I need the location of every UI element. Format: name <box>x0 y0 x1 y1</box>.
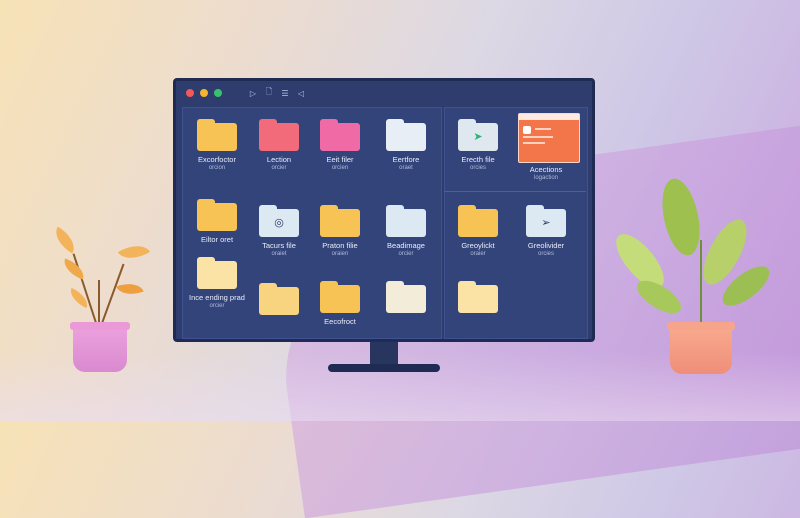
file-subtitle: logaction <box>533 175 559 181</box>
file-item[interactable]: Beadimage orcier <box>371 205 441 258</box>
maximize-button[interactable] <box>214 89 222 97</box>
folder-icon: ➢ <box>526 205 566 237</box>
folder-icon <box>386 281 426 313</box>
file-item[interactable]: ➢ Greolivider orcies <box>511 205 581 258</box>
file-name: Praton filie <box>322 241 358 250</box>
file-item[interactable]: Excorfoctor orcion <box>182 119 252 172</box>
file-name: Greolivider <box>527 241 565 250</box>
folder-icon <box>197 257 237 289</box>
file-subtitle: orcier <box>271 165 287 171</box>
file-item[interactable]: Lection orcier <box>244 119 314 172</box>
document-icon[interactable]: 🗋 <box>264 86 274 100</box>
folder-icon <box>386 119 426 151</box>
file-subtitle: orcier <box>398 251 414 257</box>
file-name: Ince ending prad <box>189 293 245 302</box>
folder-icon <box>197 119 237 151</box>
minimize-button[interactable] <box>200 89 208 97</box>
file-name: Tacurs file <box>262 241 296 250</box>
file-name: Excorfoctor <box>198 155 236 164</box>
file-name: Eiltor oret <box>200 235 234 244</box>
folder-icon <box>259 283 299 315</box>
file-name: Acections <box>529 165 563 174</box>
file-name: Eecofroct <box>324 317 356 326</box>
file-item[interactable] <box>371 281 441 313</box>
file-item[interactable]: Eertfore oraet <box>371 119 441 172</box>
file-name: Eeit filer <box>326 155 354 164</box>
file-name: Lection <box>266 155 292 164</box>
file-item[interactable]: Eecofroct <box>305 281 375 326</box>
play-icon[interactable]: ▷ <box>248 89 258 98</box>
folder-icon <box>458 281 498 313</box>
close-button[interactable] <box>186 89 194 97</box>
send-icon: ➤ <box>473 131 483 143</box>
file-subtitle: oraien <box>331 251 349 257</box>
file-name: Erecth file <box>461 155 495 164</box>
folder-icon <box>320 281 360 313</box>
file-item[interactable] <box>443 281 513 313</box>
pane-divider <box>444 191 586 192</box>
file-name: Eertfore <box>392 155 420 164</box>
file-item[interactable]: Acections logaction <box>511 161 581 182</box>
folder-icon: ➤ <box>458 119 498 151</box>
list-icon[interactable]: ☰ <box>280 89 290 98</box>
folder-icon <box>197 199 237 231</box>
file-subtitle: orcies <box>469 165 486 171</box>
folder-icon <box>320 205 360 237</box>
file-subtitle: oraier <box>470 251 486 257</box>
app-window-icon[interactable] <box>518 113 580 163</box>
window-titlebar: ▷ 🗋 ☰ ◁ <box>176 81 592 105</box>
file-subtitle: oraiet <box>271 251 287 257</box>
file-item[interactable]: Ince ending prad orcier <box>182 257 252 310</box>
file-item[interactable]: Eeit filer orcien <box>305 119 375 172</box>
file-item[interactable]: ◎ Tacurs file oraiet <box>244 205 314 258</box>
paper-plane-icon: ➢ <box>541 217 551 229</box>
folder-icon: ◎ <box>259 205 299 237</box>
file-name: Greoylickt <box>461 241 495 250</box>
folder-icon <box>259 119 299 151</box>
folder-icon <box>320 119 360 151</box>
file-item[interactable]: Greoylickt oraier <box>443 205 513 258</box>
monitor-stand-neck <box>370 342 398 366</box>
folder-icon <box>386 205 426 237</box>
file-item[interactable] <box>244 283 314 315</box>
file-subtitle: orcies <box>537 251 554 257</box>
file-item[interactable]: Praton filie oraien <box>305 205 375 258</box>
file-subtitle: orcier <box>209 303 225 309</box>
monitor-stand-base <box>328 364 440 372</box>
monitor-screen: ▷ 🗋 ☰ ◁ Excorfoctor orcion Lection orcie… <box>173 78 595 342</box>
target-icon: ◎ <box>274 217 284 229</box>
file-subtitle: oraet <box>399 165 413 171</box>
share-icon[interactable]: ◁ <box>296 89 306 98</box>
file-item[interactable]: ➤ Erecth file orcies <box>443 119 513 172</box>
file-item[interactable]: Eiltor oret <box>182 199 252 244</box>
file-subtitle: orcion <box>208 165 226 171</box>
folder-icon <box>458 205 498 237</box>
file-name: Beadimage <box>387 241 425 250</box>
file-subtitle: orcien <box>331 165 349 171</box>
